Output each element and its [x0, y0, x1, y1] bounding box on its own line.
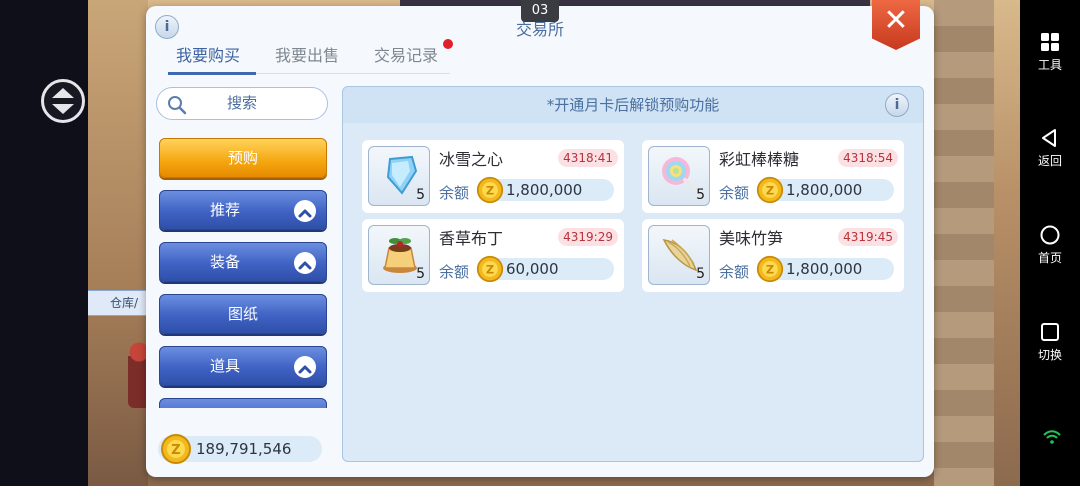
amount-bar: Z 1,800,000: [476, 176, 614, 204]
home-circle-icon: [1040, 225, 1060, 245]
switch-button[interactable]: 切换: [1020, 322, 1080, 363]
search-label: 搜索: [226, 94, 257, 112]
preorder-list-area: *开通月卡后解锁预购功能 i 5 冰雪之心 4318:41 余额 Z 1,800…: [342, 86, 924, 462]
tab-buy[interactable]: 我要购买: [176, 44, 240, 74]
tools-button[interactable]: 工具: [1020, 32, 1080, 73]
category-items-button[interactable]: 道具: [159, 346, 327, 386]
tools-label: 工具: [1037, 58, 1062, 72]
amount-label: 余额: [439, 263, 470, 281]
item-name: 香草布丁: [439, 229, 504, 248]
item-slot[interactable]: 5: [648, 225, 710, 285]
item-card[interactable]: 5 冰雪之心 4318:41 余额 Z 1,800,000: [362, 140, 624, 213]
close-button[interactable]: ✕: [872, 0, 920, 50]
camera-rotate-button[interactable]: [41, 79, 85, 123]
switch-label: 切换: [1037, 348, 1062, 362]
category-recommend-button[interactable]: 推荐: [159, 190, 327, 230]
amount-value: 1,800,000: [786, 260, 863, 278]
back-label: 返回: [1037, 154, 1062, 168]
item-name: 冰雪之心: [439, 150, 504, 169]
warehouse-sign: 仓库/: [88, 290, 148, 316]
item-timer: 4318:54: [838, 149, 898, 167]
amount-value: 1,800,000: [786, 181, 863, 199]
item-timer: 4318:41: [558, 149, 618, 167]
wifi-icon: [1043, 430, 1061, 444]
amount-value: 1,800,000: [506, 181, 583, 199]
category-blueprint-button[interactable]: 图纸: [159, 294, 327, 334]
up-down-arrows-icon: [52, 88, 74, 114]
home-button[interactable]: 首页: [1020, 225, 1080, 266]
active-tab-underline: [168, 72, 256, 75]
category-label: 装备: [209, 253, 240, 271]
amount-label: 余额: [719, 263, 750, 281]
amount-value: 60,000: [506, 260, 559, 278]
back-button[interactable]: 返回: [1020, 128, 1080, 169]
background-wall-left: [88, 0, 148, 486]
category-label: 道具: [209, 357, 240, 375]
item-quantity: 5: [416, 266, 425, 282]
exchange-panel: 交易所 i ✕ 我要购买 我要出售 交易记录 搜索 预购 推荐 装备 图纸 道具…: [146, 0, 934, 477]
balance-value: 189,791,546: [196, 440, 292, 458]
category-label: 预购: [227, 149, 258, 167]
svg-text:Z: Z: [171, 443, 180, 458]
zeny-coin-icon: Z: [756, 255, 784, 283]
item-name: 彩虹棒棒糖: [719, 150, 800, 169]
item-quantity: 5: [416, 187, 425, 203]
background-wall-right: [934, 0, 994, 486]
item-card[interactable]: 5 彩虹棒棒糖 4318:54 余额 Z 1,800,000: [642, 140, 904, 213]
home-label: 首页: [1037, 251, 1062, 265]
notice-bar: *开通月卡后解锁预购功能: [343, 87, 923, 123]
zeny-coin-icon: Z: [756, 176, 784, 204]
svg-text:Z: Z: [766, 262, 774, 276]
category-label: 推荐: [209, 201, 240, 219]
item-quantity: 5: [696, 187, 705, 203]
zeny-balance: Z 189,791,546: [158, 434, 322, 464]
amount-bar: Z 1,800,000: [756, 255, 894, 283]
chevron-up-icon[interactable]: [294, 356, 316, 378]
chevron-up-icon[interactable]: [294, 252, 316, 274]
svg-text:Z: Z: [486, 183, 494, 197]
item-slot[interactable]: 5: [648, 146, 710, 206]
zeny-coin-icon: Z: [476, 255, 504, 283]
zeny-coin-icon: Z: [476, 176, 504, 204]
item-card[interactable]: 5 香草布丁 4319:29 余额 Z 60,000: [362, 219, 624, 292]
tab-trade-history[interactable]: 交易记录: [374, 44, 438, 74]
item-slot[interactable]: 5: [368, 146, 430, 206]
category-more-button[interactable]: [159, 398, 327, 408]
amount-label: 余额: [719, 184, 750, 202]
amount-bar: Z 1,800,000: [756, 176, 894, 204]
svg-text:Z: Z: [486, 262, 494, 276]
grid-icon: [1041, 33, 1059, 51]
item-timer: 4319:45: [838, 228, 898, 246]
item-quantity: 5: [696, 266, 705, 282]
info-icon[interactable]: i: [155, 15, 179, 39]
category-preorder-button[interactable]: 预购: [159, 138, 327, 178]
notification-dot: [443, 39, 453, 49]
category-equipment-button[interactable]: 装备: [159, 242, 327, 282]
svg-text:Z: Z: [766, 183, 774, 197]
category-label: 图纸: [227, 305, 258, 323]
zeny-coin-icon: Z: [161, 434, 191, 464]
tab-bar: 我要购买 我要出售 交易记录: [168, 44, 450, 75]
item-timer: 4319:29: [558, 228, 618, 246]
notice-text: *开通月卡后解锁预购功能: [546, 96, 720, 114]
clock-indicator: 03: [521, 0, 559, 22]
chevron-up-icon[interactable]: [294, 200, 316, 222]
item-slot[interactable]: 5: [368, 225, 430, 285]
back-triangle-icon: [1042, 129, 1056, 147]
search-button[interactable]: 搜索: [156, 87, 328, 120]
item-name: 美味竹笋: [719, 229, 784, 248]
amount-label: 余额: [439, 184, 470, 202]
info-icon[interactable]: i: [885, 93, 909, 117]
item-card[interactable]: 5 美味竹笋 4319:45 余额 Z 1,800,000: [642, 219, 904, 292]
tab-sell[interactable]: 我要出售: [275, 44, 339, 74]
amount-bar: Z 60,000: [476, 255, 614, 283]
category-list[interactable]: 预购 推荐 装备 图纸 道具: [156, 136, 328, 408]
recent-apps-icon: [1041, 323, 1059, 341]
